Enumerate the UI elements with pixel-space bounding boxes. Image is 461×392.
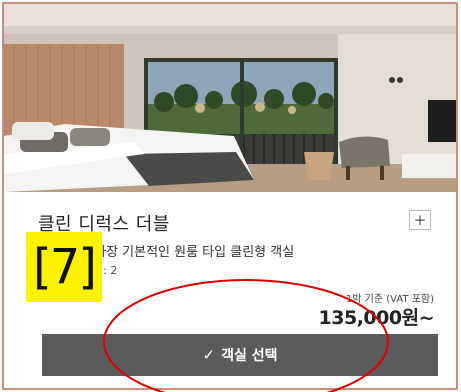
room-price: 135,000원~ [318,307,435,329]
annotation-tag: [7] [26,232,102,302]
select-room-label: 객실 선택 [221,348,278,364]
select-room-button[interactable]: ✓ 객실 선택 [42,334,438,376]
expand-details-button[interactable]: + [409,210,431,230]
check-icon: ✓ [202,345,216,364]
room-card: 클린 디럭스 더블 + 에 적합한 가장 기본적인 원룸 타입 클린형 객실 2… [2,2,458,390]
room-photo [4,4,456,192]
room-photo-illustration [4,4,456,192]
